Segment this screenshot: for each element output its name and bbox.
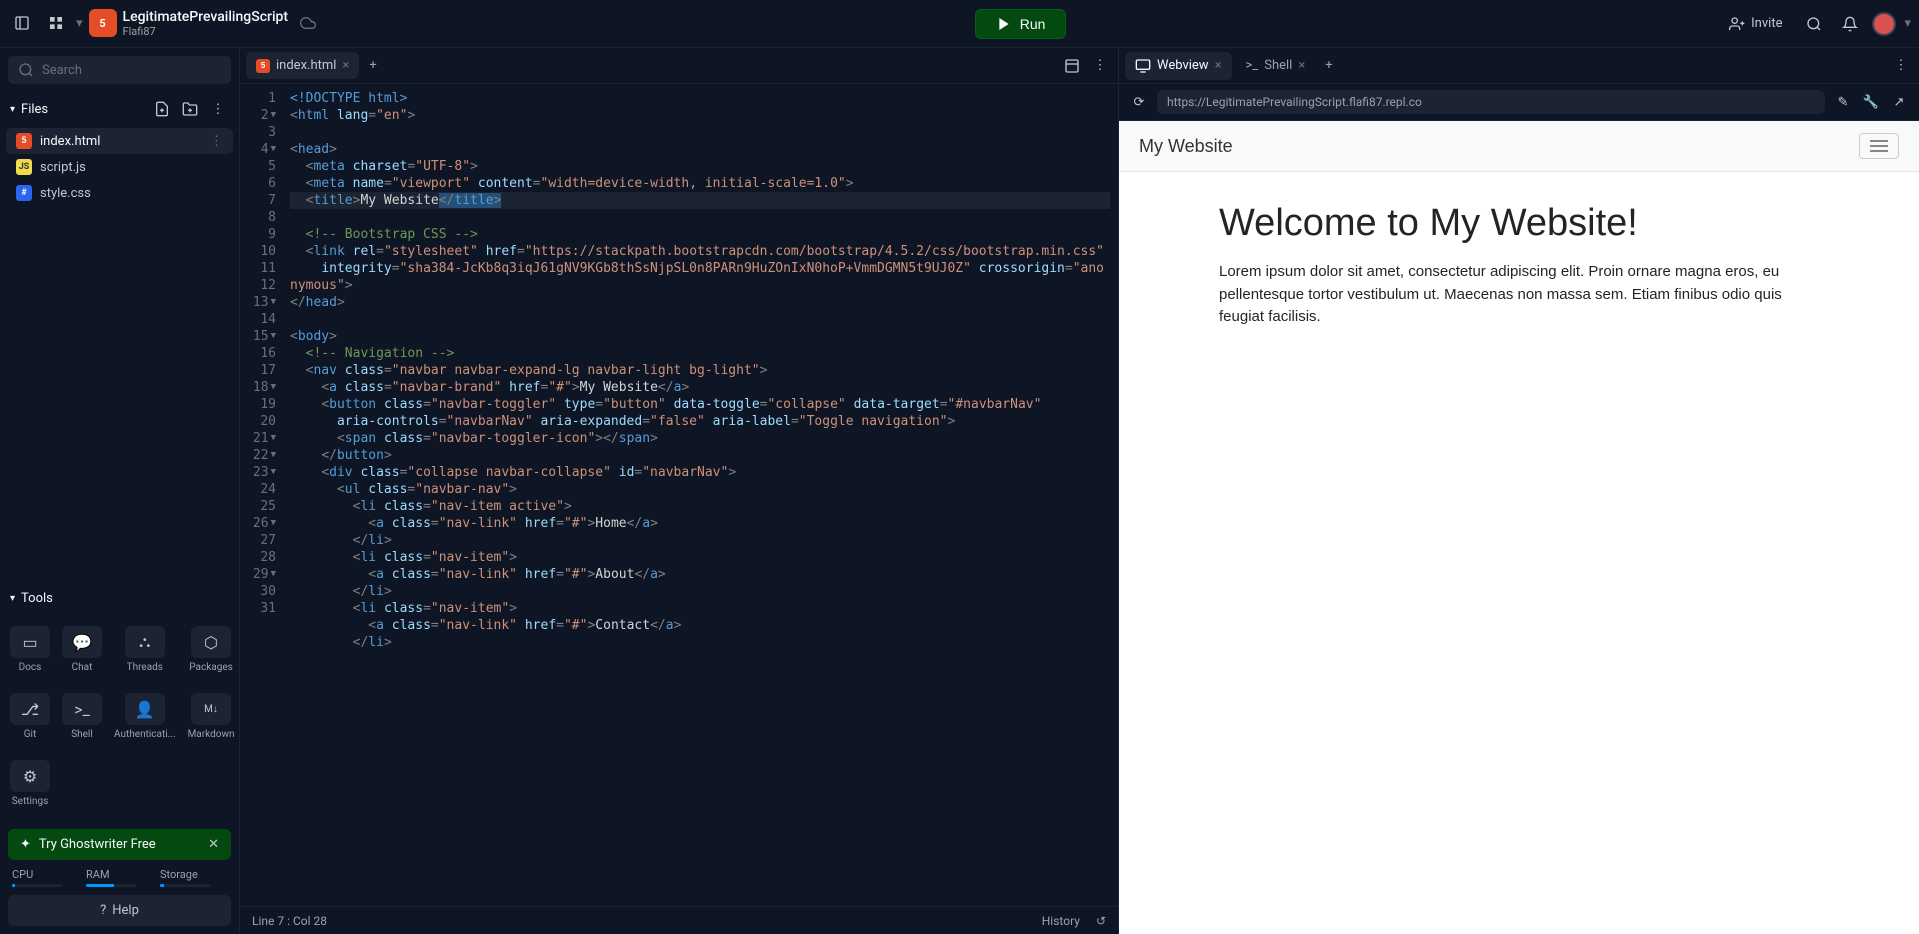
gear-icon: ⚙ xyxy=(10,760,50,792)
add-tab-button[interactable]: + xyxy=(361,54,384,77)
new-folder-icon[interactable] xyxy=(179,98,201,120)
threads-icon: ⛬ xyxy=(125,626,165,658)
editor-layout-icon[interactable] xyxy=(1058,52,1086,80)
close-icon[interactable]: ✕ xyxy=(208,837,219,852)
files-section-header[interactable]: ▾ Files ⋮ xyxy=(0,92,239,126)
tool-chat[interactable]: 💬Chat xyxy=(58,618,106,681)
tool-markdown[interactable]: M↓Markdown xyxy=(184,685,239,748)
code-editor[interactable]: 12 ▼34 ▼5678910111213 ▼1415 ▼161718 ▼192… xyxy=(240,84,1118,906)
chat-icon: 💬 xyxy=(62,626,102,658)
tool-packages[interactable]: ⬡Packages xyxy=(184,618,239,681)
file-name: index.html xyxy=(40,134,100,149)
package-icon: ⬡ xyxy=(191,626,231,658)
ghostwriter-button[interactable]: ✦ Try Ghostwriter Free ✕ xyxy=(8,829,231,860)
search-input[interactable]: Search xyxy=(8,56,231,84)
tool-shell[interactable]: >_Shell xyxy=(58,685,106,748)
edit-url-icon[interactable]: ✎ xyxy=(1833,92,1853,112)
css-file-icon: # xyxy=(16,185,32,201)
tab-shell[interactable]: >_ Shell × xyxy=(1236,52,1316,79)
cursor-position: Line 7 : Col 28 xyxy=(252,914,327,928)
close-icon[interactable]: × xyxy=(342,58,349,73)
user-icon: 👤 xyxy=(125,693,165,725)
add-tab-button[interactable]: + xyxy=(1317,54,1340,77)
tools-label: Tools xyxy=(21,591,53,606)
history-icon[interactable]: ↺ xyxy=(1096,914,1106,928)
tab-label: Webview xyxy=(1157,58,1209,73)
apps-menu-icon[interactable] xyxy=(42,9,70,37)
tab-label: index.html xyxy=(276,58,336,73)
refresh-icon[interactable]: ⟳ xyxy=(1129,92,1149,112)
tool-git[interactable]: ⎇Git xyxy=(6,685,54,748)
url-input[interactable]: https://LegitimatePrevailingScript.flafi… xyxy=(1157,90,1825,114)
new-file-icon[interactable] xyxy=(151,98,173,120)
resource-storage: Storage xyxy=(160,868,210,887)
project-icon: 5 xyxy=(89,9,117,37)
cloud-sync-icon xyxy=(294,9,322,37)
close-icon[interactable]: × xyxy=(1215,58,1222,73)
tab-webview[interactable]: Webview × xyxy=(1125,52,1232,80)
devtools-icon[interactable]: 🔧 xyxy=(1861,92,1881,112)
invite-button[interactable]: Invite xyxy=(1719,12,1792,36)
open-external-icon[interactable]: ↗ xyxy=(1889,92,1909,112)
help-button[interactable]: ? Help xyxy=(8,895,231,926)
run-button[interactable]: Run xyxy=(975,9,1067,39)
hamburger-icon[interactable] xyxy=(1859,133,1899,159)
tools-section-header[interactable]: ▾ Tools xyxy=(0,585,239,612)
chevron-down-icon: ▾ xyxy=(10,593,15,604)
preview-more-icon[interactable]: ⋮ xyxy=(1887,52,1915,80)
help-icon: ? xyxy=(100,903,106,918)
files-more-icon[interactable]: ⋮ xyxy=(207,98,229,120)
search-placeholder: Search xyxy=(42,63,82,78)
tool-settings[interactable]: ⚙Settings xyxy=(6,752,54,815)
invite-label: Invite xyxy=(1751,16,1782,31)
sparkle-icon: ✦ xyxy=(20,837,31,852)
file-item-script-js[interactable]: JS script.js xyxy=(6,154,233,180)
tab-index-html[interactable]: 5 index.html × xyxy=(246,52,359,79)
project-owner[interactable]: Flafi87 xyxy=(123,25,289,38)
editor-more-icon[interactable]: ⋮ xyxy=(1086,52,1114,80)
file-more-icon[interactable]: ⋮ xyxy=(210,134,223,149)
js-file-icon: JS xyxy=(16,159,32,175)
file-item-style-css[interactable]: # style.css xyxy=(6,180,233,206)
files-label: Files xyxy=(21,102,48,117)
tool-auth[interactable]: 👤Authenticati... xyxy=(110,685,180,748)
tool-docs[interactable]: ▭Docs xyxy=(6,618,54,681)
markdown-icon: M↓ xyxy=(191,693,231,725)
preview-heading: Welcome to My Website! xyxy=(1219,202,1819,245)
resource-cpu: CPU xyxy=(12,868,62,887)
webview: My Website Welcome to My Website! Lorem … xyxy=(1119,121,1919,934)
history-button[interactable]: History xyxy=(1042,914,1080,928)
shell-icon: >_ xyxy=(62,693,102,725)
preview-brand[interactable]: My Website xyxy=(1139,136,1233,157)
avatar[interactable] xyxy=(1872,12,1896,36)
ghostwriter-label: Try Ghostwriter Free xyxy=(39,837,156,852)
file-name: script.js xyxy=(40,160,86,175)
git-icon: ⎇ xyxy=(10,693,50,725)
chevron-down-icon[interactable]: ▾ xyxy=(76,16,83,31)
sidebar-toggle-icon[interactable] xyxy=(8,9,36,37)
book-icon: ▭ xyxy=(10,626,50,658)
html-file-icon: 5 xyxy=(16,133,32,149)
project-name: LegitimatePrevailingScript xyxy=(123,9,289,26)
resource-ram: RAM xyxy=(86,868,136,887)
preview-paragraph: Lorem ipsum dolor sit amet, consectetur … xyxy=(1219,261,1819,329)
file-item-index-html[interactable]: 5 index.html ⋮ xyxy=(6,128,233,154)
chevron-down-icon: ▾ xyxy=(10,104,15,115)
run-label: Run xyxy=(1020,16,1046,32)
notifications-icon[interactable] xyxy=(1836,10,1864,38)
close-icon[interactable]: × xyxy=(1298,58,1305,73)
shell-icon: >_ xyxy=(1246,58,1259,73)
search-icon[interactable] xyxy=(1800,10,1828,38)
tool-threads[interactable]: ⛬Threads xyxy=(110,618,180,681)
html-file-icon: 5 xyxy=(256,59,270,73)
tab-label: Shell xyxy=(1264,58,1292,73)
account-menu-chevron-icon[interactable]: ▾ xyxy=(1904,16,1911,31)
file-name: style.css xyxy=(40,186,91,201)
help-label: Help xyxy=(112,903,139,918)
